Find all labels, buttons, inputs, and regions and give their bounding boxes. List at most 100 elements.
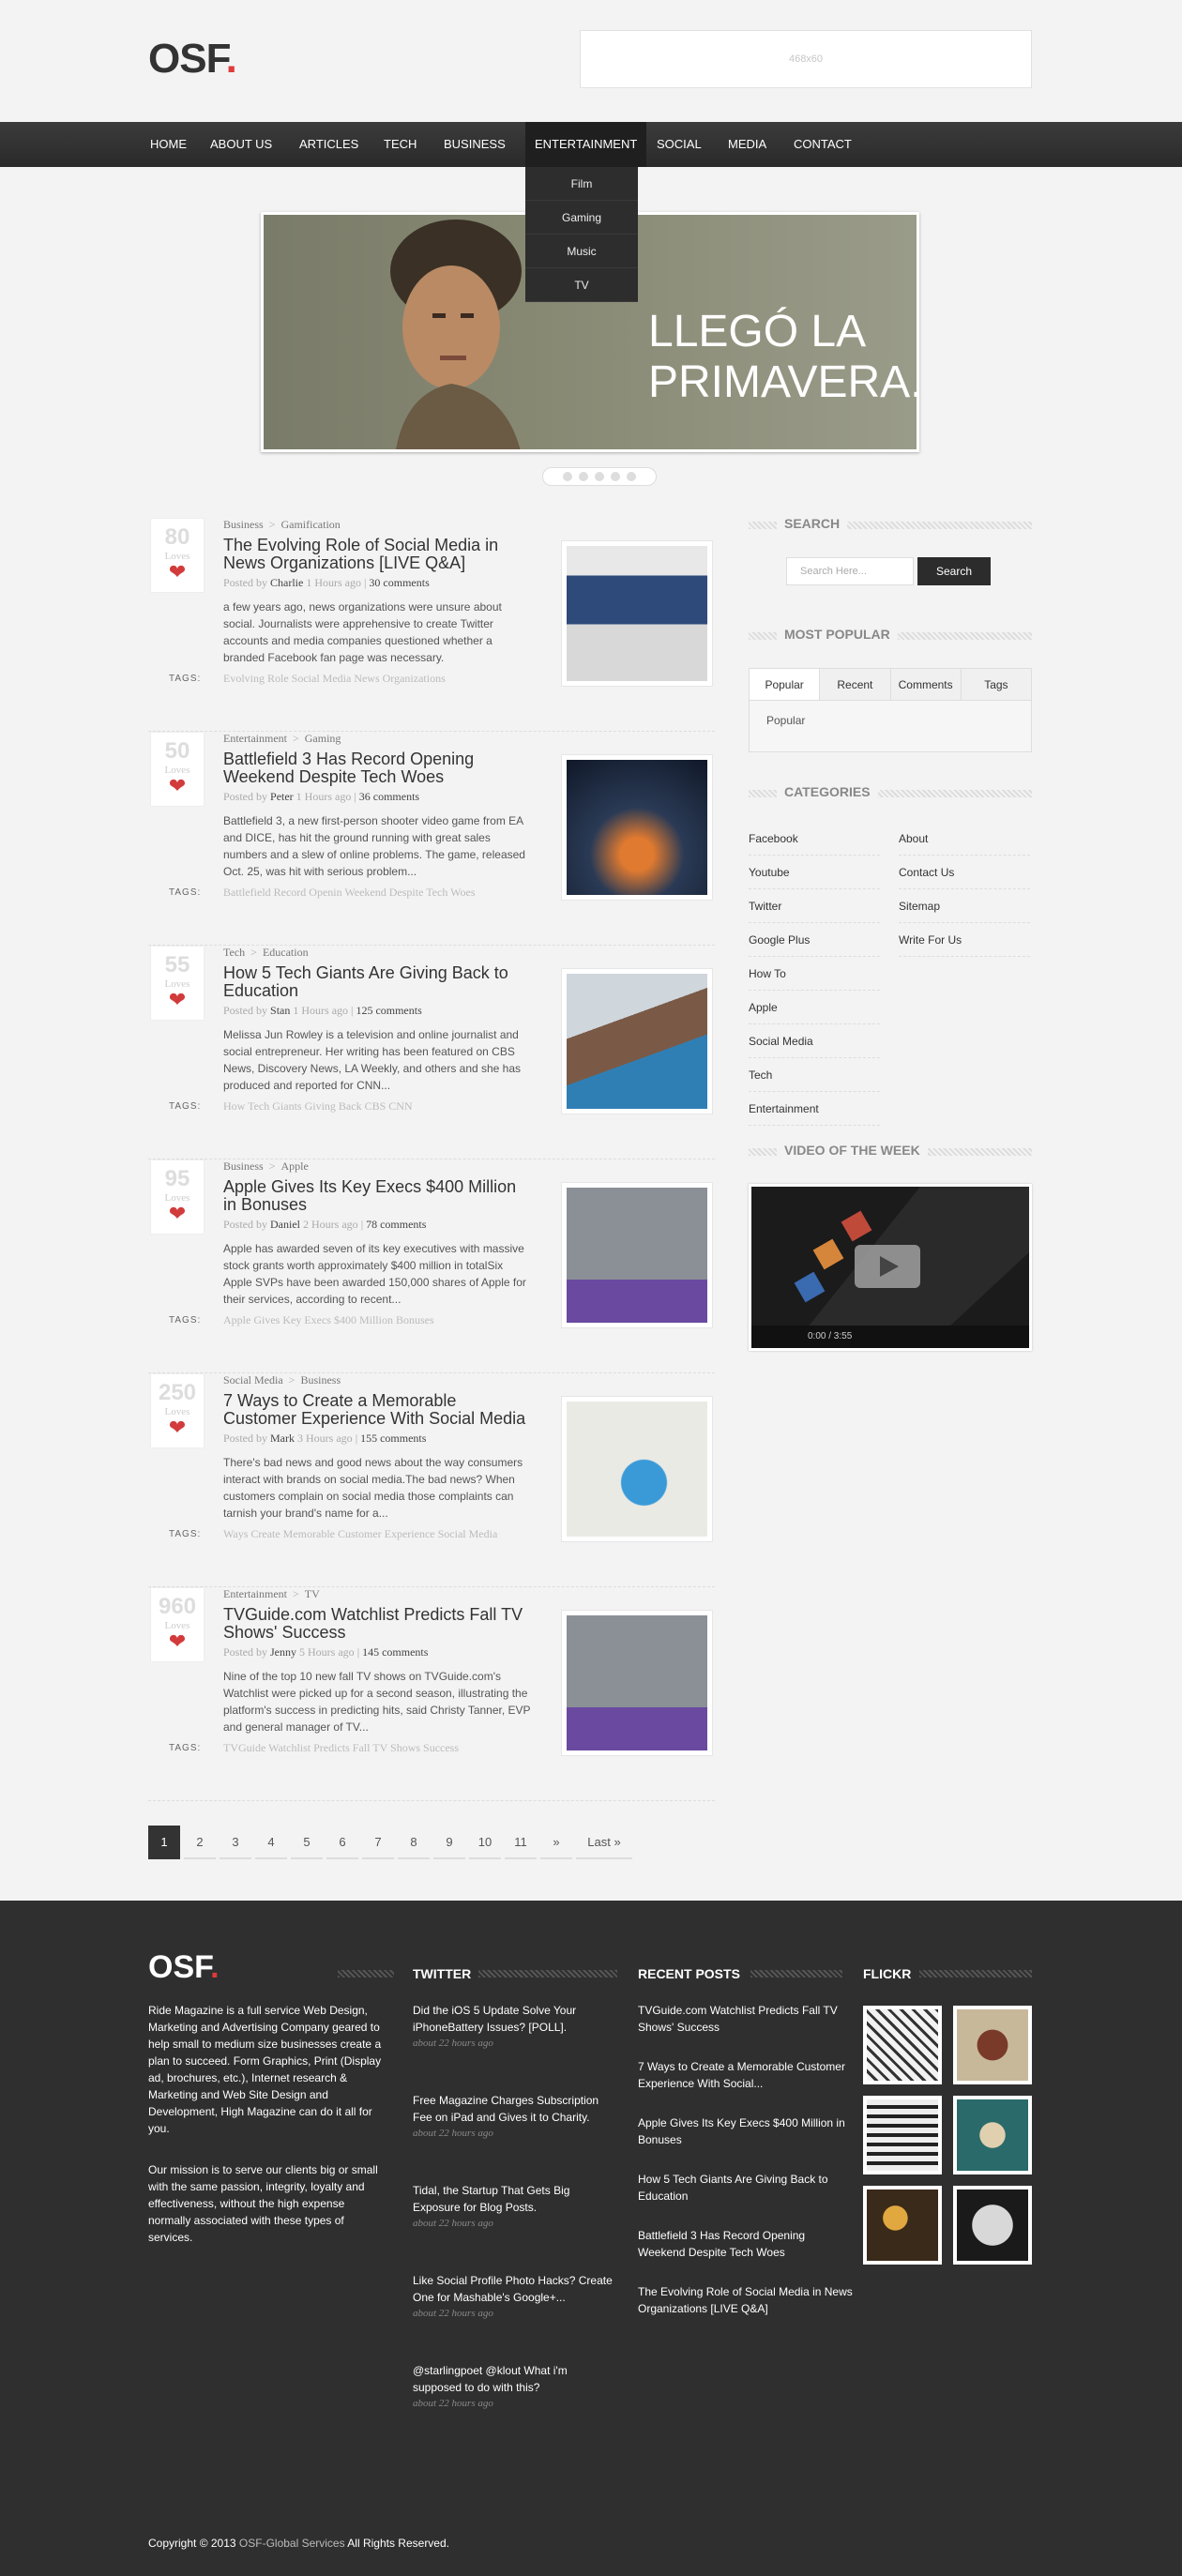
tab-recent[interactable]: Recent bbox=[820, 669, 891, 700]
flickr-thumb[interactable] bbox=[863, 2096, 942, 2174]
nav-articles[interactable]: ARTICLES bbox=[299, 122, 358, 167]
page-last[interactable]: Last » bbox=[576, 1826, 632, 1859]
post-subcategory[interactable]: Education bbox=[263, 946, 309, 959]
nav-business[interactable]: BUSINESS bbox=[444, 122, 506, 167]
category-link[interactable]: Twitter bbox=[749, 889, 880, 923]
post-category[interactable]: Business bbox=[223, 518, 264, 531]
nav-home[interactable]: HOME bbox=[150, 122, 187, 167]
post-title[interactable]: The Evolving Role of Social Media in New… bbox=[223, 537, 533, 572]
post-thumbnail[interactable] bbox=[561, 540, 713, 687]
post-comments[interactable]: 125 comments bbox=[356, 1004, 421, 1017]
video-controls[interactable]: 0:00 / 3:55 bbox=[751, 1326, 1029, 1348]
post-comments[interactable]: 145 comments bbox=[362, 1645, 428, 1659]
post-tags[interactable]: How Tech Giants Giving Back CBS CNN bbox=[223, 1099, 413, 1114]
loves-box[interactable]: 55 Loves ❤ bbox=[150, 946, 205, 1021]
post-subcategory[interactable]: TV bbox=[305, 1587, 320, 1600]
page-10[interactable]: 10 bbox=[469, 1826, 501, 1859]
nav-social[interactable]: SOCIAL bbox=[657, 122, 702, 167]
slider-dot[interactable] bbox=[611, 472, 620, 481]
post-tags[interactable]: Battlefield Record Openin Weekend Despit… bbox=[223, 886, 475, 900]
post-author[interactable]: Charlie bbox=[270, 576, 303, 589]
slider-dot[interactable] bbox=[563, 472, 572, 481]
heart-icon[interactable]: ❤ bbox=[151, 1631, 204, 1652]
category-link[interactable]: How To bbox=[749, 957, 880, 991]
post-category[interactable]: Entertainment bbox=[223, 732, 287, 745]
slider-dot[interactable] bbox=[627, 472, 636, 481]
flickr-thumb[interactable] bbox=[953, 2006, 1032, 2084]
flickr-thumb[interactable] bbox=[953, 2186, 1032, 2265]
category-link[interactable]: Write For Us bbox=[899, 923, 1030, 957]
post-title[interactable]: Apple Gives Its Key Execs $400 Million i… bbox=[223, 1178, 533, 1214]
heart-icon[interactable]: ❤ bbox=[151, 990, 204, 1010]
dropdown-item-film[interactable]: Film bbox=[525, 167, 638, 201]
post-author[interactable]: Jenny bbox=[270, 1645, 296, 1659]
recent-post-link[interactable]: 7 Ways to Create a Memorable Customer Ex… bbox=[638, 2058, 854, 2092]
tweet-item[interactable]: Free Magazine Charges Subscription Fee o… bbox=[413, 2092, 617, 2139]
tab-comments[interactable]: Comments bbox=[890, 669, 962, 700]
post-subcategory[interactable]: Apple bbox=[280, 1159, 308, 1173]
page-7[interactable]: 7 bbox=[362, 1826, 394, 1859]
category-link[interactable]: Facebook bbox=[749, 822, 880, 856]
page-next[interactable]: » bbox=[540, 1826, 572, 1859]
play-icon[interactable] bbox=[855, 1245, 920, 1288]
tab-tags[interactable]: Tags bbox=[961, 669, 1031, 700]
page-9[interactable]: 9 bbox=[433, 1826, 465, 1859]
flickr-thumb[interactable] bbox=[953, 2096, 1032, 2174]
page-11[interactable]: 11 bbox=[505, 1826, 537, 1859]
page-5[interactable]: 5 bbox=[291, 1826, 323, 1859]
nav-tech[interactable]: TECH bbox=[384, 122, 417, 167]
post-title[interactable]: How 5 Tech Giants Are Giving Back to Edu… bbox=[223, 964, 533, 1000]
loves-box[interactable]: 80 Loves ❤ bbox=[150, 518, 205, 593]
post-title[interactable]: Battlefield 3 Has Record Opening Weekend… bbox=[223, 750, 533, 786]
post-tags[interactable]: Apple Gives Key Execs $400 Million Bonus… bbox=[223, 1313, 434, 1327]
flickr-thumb[interactable] bbox=[863, 2006, 942, 2084]
post-comments[interactable]: 36 comments bbox=[359, 790, 419, 803]
nav-entertainment[interactable]: ENTERTAINMENT bbox=[525, 122, 647, 167]
loves-box[interactable]: 250 Loves ❤ bbox=[150, 1373, 205, 1448]
post-tags[interactable]: Ways Create Memorable Customer Experienc… bbox=[223, 1527, 497, 1541]
post-author[interactable]: Peter bbox=[270, 790, 294, 803]
post-comments[interactable]: 78 comments bbox=[366, 1218, 426, 1231]
category-link[interactable]: Youtube bbox=[749, 856, 880, 889]
tweet-item[interactable]: Did the iOS 5 Update Solve Your iPhoneBa… bbox=[413, 2002, 617, 2049]
category-link[interactable]: Sitemap bbox=[899, 889, 1030, 923]
post-thumbnail[interactable] bbox=[561, 968, 713, 1114]
category-link[interactable]: Tech bbox=[749, 1058, 880, 1092]
search-button[interactable]: Search bbox=[917, 557, 991, 585]
heart-icon[interactable]: ❤ bbox=[151, 562, 204, 583]
post-thumbnail[interactable] bbox=[561, 1396, 713, 1542]
post-subcategory[interactable]: Business bbox=[300, 1373, 341, 1386]
post-author[interactable]: Daniel bbox=[270, 1218, 300, 1231]
loves-box[interactable]: 95 Loves ❤ bbox=[150, 1159, 205, 1235]
recent-post-link[interactable]: Apple Gives Its Key Execs $400 Million i… bbox=[638, 2114, 854, 2148]
post-category[interactable]: Social Media bbox=[223, 1373, 283, 1386]
post-subcategory[interactable]: Gamification bbox=[280, 518, 340, 531]
post-thumbnail[interactable] bbox=[561, 754, 713, 901]
loves-box[interactable]: 50 Loves ❤ bbox=[150, 732, 205, 807]
tweet-item[interactable]: Tidal, the Startup That Gets Big Exposur… bbox=[413, 2182, 617, 2229]
footer-logo[interactable]: OSF. bbox=[148, 1949, 220, 1986]
category-link[interactable]: About bbox=[899, 822, 1030, 856]
site-logo[interactable]: OSF. bbox=[148, 36, 237, 83]
post-category[interactable]: Entertainment bbox=[223, 1587, 287, 1600]
ad-banner[interactable]: 468x60 bbox=[580, 30, 1032, 88]
nav-media[interactable]: MEDIA bbox=[728, 122, 766, 167]
post-title[interactable]: TVGuide.com Watchlist Predicts Fall TV S… bbox=[223, 1606, 533, 1642]
loves-box[interactable]: 960 Loves ❤ bbox=[150, 1587, 205, 1662]
page-6[interactable]: 6 bbox=[326, 1826, 358, 1859]
post-comments[interactable]: 30 comments bbox=[369, 576, 429, 589]
nav-about-us[interactable]: ABOUT US bbox=[210, 122, 272, 167]
tab-popular[interactable]: Popular bbox=[750, 669, 821, 700]
search-input[interactable]: Search Here... bbox=[786, 557, 914, 585]
category-link[interactable]: Entertainment bbox=[749, 1092, 880, 1126]
page-2[interactable]: 2 bbox=[184, 1826, 216, 1859]
tweet-item[interactable]: @starlingpoet @klout What i'm supposed t… bbox=[413, 2362, 617, 2409]
post-category[interactable]: Tech bbox=[223, 946, 245, 959]
post-tags[interactable]: Evolving Role Social Media News Organiza… bbox=[223, 672, 446, 686]
post-thumbnail[interactable] bbox=[561, 1610, 713, 1756]
flickr-thumb[interactable] bbox=[863, 2186, 942, 2265]
heart-icon[interactable]: ❤ bbox=[151, 1204, 204, 1224]
post-author[interactable]: Stan bbox=[270, 1004, 290, 1017]
tweet-item[interactable]: Like Social Profile Photo Hacks? Create … bbox=[413, 2272, 617, 2319]
dropdown-item-tv[interactable]: TV bbox=[525, 268, 638, 302]
